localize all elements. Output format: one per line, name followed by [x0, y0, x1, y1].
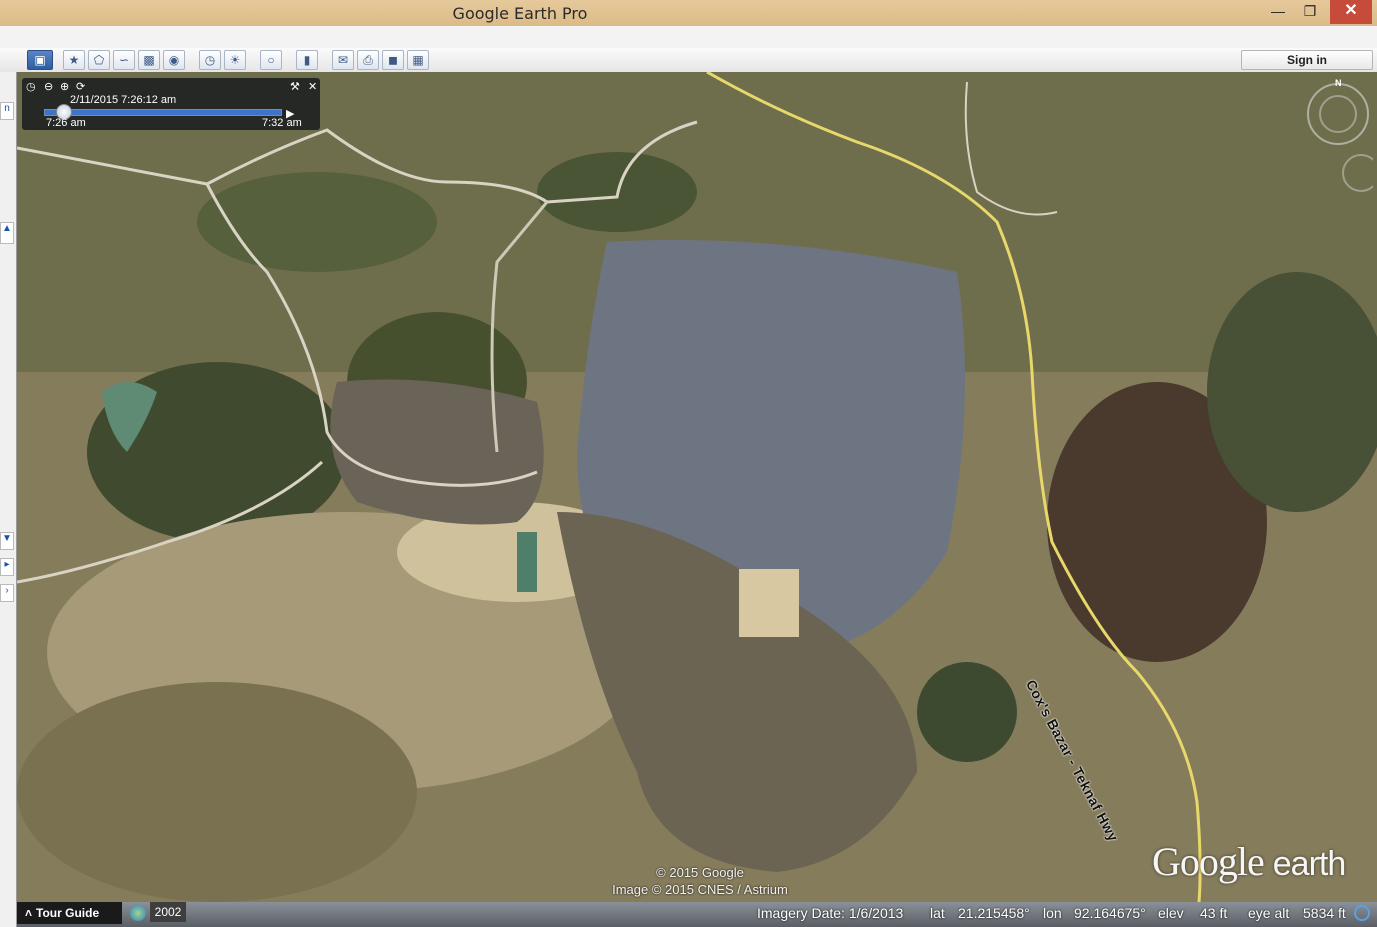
close-slider-icon[interactable]: ✕	[308, 80, 317, 93]
tour-guide-button[interactable]: ˄ Tour Guide	[17, 902, 122, 924]
slider-track[interactable]	[44, 109, 282, 116]
earth-view[interactable]: Cox's Bazar - Teknaf Hwy	[17, 72, 1377, 902]
planets-icon[interactable]: ○	[260, 50, 282, 70]
slider-start-label: 7:26 am	[46, 117, 86, 129]
compass-north-label: N	[1335, 78, 1342, 88]
imagery-year-badge[interactable]: 2002	[150, 902, 186, 922]
elev-label: elev	[1158, 905, 1184, 921]
sign-in-button[interactable]: Sign in	[1241, 50, 1373, 70]
tour-guide-label: Tour Guide	[36, 906, 100, 920]
slider-fill	[45, 110, 281, 115]
satellite-imagery	[17, 72, 1377, 902]
copyright-line-2: Image © 2015 CNES / Astrium	[612, 882, 788, 897]
logo-earth-text: earth	[1272, 845, 1346, 883]
sidebar-layer-icon[interactable]: ›	[0, 584, 14, 602]
placemark-icon[interactable]: ★	[63, 50, 85, 70]
sidebar-toggle-icon[interactable]: ▣	[27, 50, 53, 70]
imagery-copyright: © 2015 Google Image © 2015 CNES / Astriu…	[560, 864, 840, 898]
menu-bar	[0, 26, 1377, 49]
save-image-icon[interactable]: ◼	[382, 50, 404, 70]
ruler-icon[interactable]: ▮	[296, 50, 318, 70]
window-title: Google Earth Pro	[452, 4, 588, 23]
streaming-status-icon	[1354, 905, 1370, 921]
eye-alt-value: 5834 ft	[1303, 905, 1346, 921]
sunlight-icon[interactable]: ☀	[224, 50, 246, 70]
zoom-out-icon[interactable]: ⊖	[44, 80, 53, 93]
elev-value: 43 ft	[1200, 905, 1228, 921]
print-icon[interactable]: ⎙	[357, 50, 379, 70]
imagery-date: Imagery Date: 1/6/2013	[757, 905, 904, 921]
lat-label: lat	[930, 905, 945, 921]
view-in-maps-icon[interactable]: ▦	[407, 50, 429, 70]
maximize-icon[interactable]: ❐	[1295, 0, 1325, 24]
time-slider[interactable]: ◷ ⊖ ⊕ ⟳ ⚒ ✕ 2/11/2015 7:26:12 am ▶ 7:26 …	[22, 78, 320, 130]
lon-value: 92.164675°	[1074, 905, 1146, 921]
email-icon[interactable]: ✉	[332, 50, 354, 70]
image-overlay-icon[interactable]: ▩	[138, 50, 160, 70]
eye-alt-label: eye alt	[1248, 905, 1290, 921]
logo-google-text: Google	[1152, 839, 1265, 884]
historical-imagery-status-icon[interactable]	[130, 905, 146, 921]
play-icon[interactable]: ⟳	[76, 80, 85, 93]
look-joystick-icon[interactable]	[1319, 95, 1357, 133]
clock-icon[interactable]: ◷	[26, 80, 36, 93]
zoom-in-icon[interactable]: ⊕	[60, 80, 69, 93]
record-tour-icon[interactable]: ◉	[163, 50, 185, 70]
lat-value: 21.215458°	[958, 905, 1030, 921]
sidebar-tab[interactable]: n	[0, 102, 14, 120]
wrench-icon[interactable]: ⚒	[290, 80, 300, 93]
navigation-controls[interactable]: N	[1303, 78, 1377, 198]
chevron-up-icon: ˄	[25, 906, 33, 920]
toolbar: ▣ ★ ⬠ ∽ ▩ ◉ ◷ ☀ ○ ▮ ✉ ⎙ ◼ ▦ Sign in	[0, 48, 1377, 73]
slider-end-label: 7:32 am	[262, 117, 302, 129]
move-joystick-icon[interactable]	[1342, 154, 1377, 192]
copyright-line-1: © 2015 Google	[656, 865, 744, 880]
close-icon[interactable]: ✕	[1330, 0, 1372, 24]
minimize-icon[interactable]: —	[1263, 0, 1293, 24]
historical-imagery-icon[interactable]: ◷	[199, 50, 221, 70]
path-icon[interactable]: ∽	[113, 50, 135, 70]
google-earth-logo: Google earth	[1152, 838, 1346, 885]
sidebar-scroll-up-icon[interactable]: ▲	[0, 222, 14, 244]
sidebar-panel: n ▲ ▼ ▸ ›	[0, 72, 17, 927]
lon-label: lon	[1043, 905, 1062, 921]
title-bar: Google Earth Pro — ❐ ✕	[0, 0, 1377, 26]
polygon-icon[interactable]: ⬠	[88, 50, 110, 70]
sidebar-scroll-down-icon[interactable]: ▼	[0, 532, 14, 550]
sidebar-expand-icon[interactable]: ▸	[0, 558, 14, 576]
compass-ring-icon[interactable]	[1307, 83, 1369, 145]
slider-date: 2/11/2015 7:26:12 am	[70, 94, 177, 106]
